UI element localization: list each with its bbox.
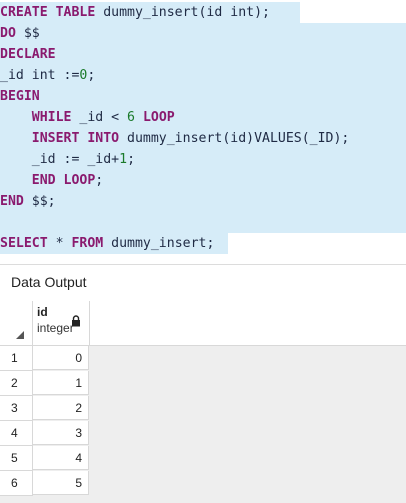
- panel-title: Data Output: [11, 274, 87, 290]
- code-line-6: WHILE _id < 6 LOOP: [0, 107, 406, 128]
- code-line-4: _id int :=0;: [0, 65, 406, 86]
- sql-editor[interactable]: CREATE TABLE dummy_insert(id int); DO $$…: [0, 0, 406, 258]
- output-panel: Data Output id integer 1 0 2 1 3 2 4 3 5…: [0, 264, 406, 503]
- cell-id[interactable]: 0: [33, 346, 89, 370]
- code-line-5: BEGIN: [0, 86, 406, 107]
- code-text: $$: [15, 26, 40, 41]
- code-line-1: CREATE TABLE dummy_insert(id int);: [0, 2, 300, 23]
- code-line-10: END $$;: [0, 191, 406, 212]
- code-line-7: INSERT INTO dummy_insert(id)VALUES(_ID);: [0, 128, 406, 149]
- lock-icon: [72, 315, 80, 327]
- code-text: _id int :=: [0, 68, 80, 83]
- code-line-12: SELECT * FROM dummy_insert;: [0, 233, 228, 254]
- keyword: END LOOP: [31, 173, 96, 188]
- keyword: END: [0, 194, 24, 209]
- code-line-2: DO $$: [0, 23, 406, 44]
- keyword: DECLARE: [0, 47, 56, 62]
- number-literal: 6: [127, 110, 135, 125]
- sort-corner-icon: [16, 331, 24, 339]
- row-number: 3: [0, 396, 33, 421]
- code-text: dummy_insert(id int);: [95, 5, 270, 20]
- keyword: FROM: [71, 236, 104, 251]
- code-text: _id := _id+: [31, 152, 120, 167]
- code-text: ;: [95, 173, 104, 188]
- keyword: WHILE: [31, 110, 72, 125]
- code-line-11: [0, 212, 406, 233]
- row-number: 6: [0, 471, 33, 496]
- keyword: INSERT INTO: [31, 131, 120, 146]
- row-number: 2: [0, 371, 33, 396]
- number-literal: 1: [119, 152, 128, 167]
- code-text: $$;: [23, 194, 56, 209]
- header-filler: [90, 301, 406, 346]
- code-text: ;: [87, 68, 96, 83]
- column-name: id: [37, 305, 48, 319]
- tab-data-output[interactable]: Data Output: [0, 265, 406, 302]
- row-number: 1: [0, 346, 33, 371]
- grid-corner[interactable]: [0, 301, 33, 346]
- code-line-9: END LOOP;: [0, 170, 406, 191]
- keyword: BEGIN: [0, 89, 40, 104]
- keyword: LOOP: [142, 110, 175, 125]
- code-text: ;: [127, 152, 136, 167]
- keyword: SELECT: [0, 236, 48, 251]
- cell-id[interactable]: 1: [33, 371, 89, 395]
- code-text: dummy_insert(id)VALUES(_ID);: [119, 131, 350, 146]
- code-text: *: [47, 236, 72, 251]
- keyword: CREATE TABLE: [0, 5, 96, 20]
- code-text: dummy_insert;: [103, 236, 215, 251]
- column-header-id[interactable]: id integer: [33, 301, 90, 346]
- row-number: 4: [0, 421, 33, 446]
- code-text: _id <: [71, 110, 128, 125]
- cell-id[interactable]: 2: [33, 396, 89, 420]
- keyword: DO: [0, 26, 16, 41]
- code-line-3: DECLARE: [0, 44, 406, 65]
- cell-id[interactable]: 5: [33, 471, 89, 495]
- row-number: 5: [0, 446, 33, 471]
- column-type: integer: [37, 321, 74, 335]
- cell-id[interactable]: 4: [33, 446, 89, 470]
- code-line-8: _id := _id+1;: [0, 149, 406, 170]
- cell-id[interactable]: 3: [33, 421, 89, 445]
